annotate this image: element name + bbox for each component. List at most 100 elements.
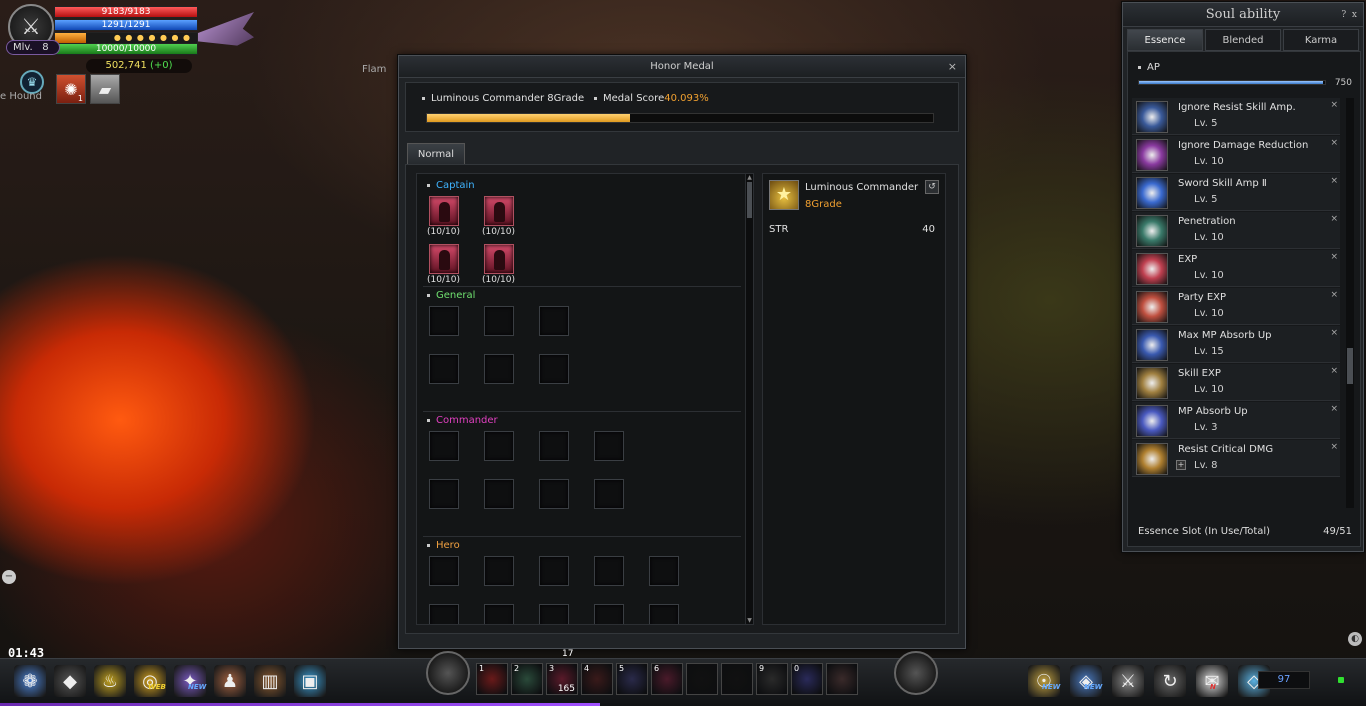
remove-icon[interactable]: ×: [1330, 176, 1338, 186]
wings-icon[interactable]: ❁: [14, 665, 46, 697]
skill-key: 5: [619, 664, 625, 673]
scroll-thumb[interactable]: [747, 182, 752, 218]
medal-slot[interactable]: [429, 479, 459, 509]
remove-icon[interactable]: ×: [1330, 138, 1338, 148]
medal-slot[interactable]: [594, 556, 624, 586]
essence-scrollbar[interactable]: [1346, 98, 1354, 508]
medal-slot[interactable]: [429, 556, 459, 586]
tab-karma[interactable]: Karma: [1283, 29, 1359, 51]
buff-scroll-icon[interactable]: ▰: [90, 74, 120, 104]
event-icon[interactable]: ◈ NEW: [1070, 665, 1102, 697]
medal-slot[interactable]: [429, 604, 459, 624]
skill-slot[interactable]: [686, 663, 718, 695]
tab-essence[interactable]: Essence: [1127, 29, 1203, 51]
skill-key: 0: [794, 664, 800, 673]
skill-slot[interactable]: 0: [791, 663, 823, 695]
medal-slot[interactable]: [649, 604, 679, 624]
medal-slot[interactable]: [429, 244, 459, 274]
essence-row[interactable]: MP Absorb Up Lv. 3 ×: [1132, 402, 1340, 439]
character-icon[interactable]: ◆: [54, 665, 86, 697]
essence-row[interactable]: Ignore Damage Reduction Lv. 10 ×: [1132, 136, 1340, 173]
tab-blended[interactable]: Blended: [1205, 29, 1281, 51]
skill-slot[interactable]: 5: [616, 663, 648, 695]
remove-icon[interactable]: ×: [1330, 252, 1338, 262]
scroll-thumb[interactable]: [1347, 348, 1353, 384]
medal-slot[interactable]: [429, 306, 459, 336]
medal-slot[interactable]: [539, 479, 569, 509]
medal-slot[interactable]: [484, 604, 514, 624]
essence-row[interactable]: EXP Lv. 10 ×: [1132, 250, 1340, 287]
remove-icon[interactable]: ×: [1330, 290, 1338, 300]
close-icon[interactable]: x: [1352, 10, 1357, 20]
refresh-icon[interactable]: ↻: [1154, 665, 1186, 697]
medal-slot[interactable]: [484, 479, 514, 509]
door-icon[interactable]: ▥: [254, 665, 286, 697]
guide-icon[interactable]: ☉ NEW: [1028, 665, 1060, 697]
mail-icon[interactable]: ✉ N: [1196, 665, 1228, 697]
medal-slot[interactable]: [594, 479, 624, 509]
skill-slot[interactable]: 2: [511, 663, 543, 695]
skill-slot[interactable]: 3 165: [546, 663, 578, 695]
medal-content: ▲ ▼ Captain (10/10) (10/10) (10/10) (10/10) G…: [405, 164, 959, 634]
medal-slot[interactable]: [594, 604, 624, 624]
blue-sword-icon: [1136, 177, 1168, 209]
buff-skull-icon[interactable]: ✺ 1: [56, 74, 86, 104]
section-divider: [423, 411, 741, 412]
remove-icon[interactable]: ×: [1330, 214, 1338, 224]
medal-slot[interactable]: [539, 431, 569, 461]
medal-slot[interactable]: [539, 604, 569, 624]
essence-row[interactable]: Ignore Resist Skill Amp. Lv. 5 ×: [1132, 98, 1340, 135]
tab-normal[interactable]: Normal: [407, 143, 465, 165]
gift-icon[interactable]: ✦ NEW: [174, 665, 206, 697]
essence-level: Lv. 5: [1194, 194, 1218, 205]
remove-icon[interactable]: ×: [1330, 100, 1338, 110]
essence-row[interactable]: Resist Critical DMG Lv. 8 × +: [1132, 440, 1340, 477]
cube-icon[interactable]: ▣: [294, 665, 326, 697]
medal-slot[interactable]: [649, 556, 679, 586]
skill-slot[interactable]: 6: [651, 663, 683, 695]
skill-slot[interactable]: [721, 663, 753, 695]
remove-icon[interactable]: ×: [1330, 328, 1338, 338]
compass-icon[interactable]: ◐: [1348, 632, 1362, 646]
expand-plus-icon[interactable]: +: [1176, 460, 1186, 470]
skill-slot[interactable]: 9: [756, 663, 788, 695]
scroll-up-icon[interactable]: ▲: [746, 174, 753, 181]
skill-slot[interactable]: 4: [581, 663, 613, 695]
lamp-icon[interactable]: ♨: [94, 665, 126, 697]
remove-icon[interactable]: ×: [1330, 442, 1338, 452]
medal-slot[interactable]: [484, 354, 514, 384]
essence-row[interactable]: Party EXP Lv. 10 ×: [1132, 288, 1340, 325]
handshake-icon[interactable]: ⚔: [1112, 665, 1144, 697]
remove-icon[interactable]: ×: [1330, 404, 1338, 414]
essence-row[interactable]: Skill EXP Lv. 10 ×: [1132, 364, 1340, 401]
essence-row[interactable]: Max MP Absorb Up Lv. 15 ×: [1132, 326, 1340, 363]
medal-slot[interactable]: [594, 431, 624, 461]
window-titlebar[interactable]: Soul ability ? x: [1123, 3, 1363, 27]
medal-slot[interactable]: [484, 196, 514, 226]
essence-row[interactable]: Penetration Lv. 10 ×: [1132, 212, 1340, 249]
medal-slot[interactable]: [539, 306, 569, 336]
medal-slot[interactable]: [484, 431, 514, 461]
window-titlebar[interactable]: Honor Medal ×: [399, 56, 965, 78]
remove-icon[interactable]: ×: [1330, 366, 1338, 376]
scroll-down-icon[interactable]: ▼: [746, 617, 753, 624]
help-icon[interactable]: ?: [1341, 10, 1346, 20]
skill-slot[interactable]: [826, 663, 858, 695]
mage-icon[interactable]: ♟: [214, 665, 246, 697]
medal-slot[interactable]: [484, 556, 514, 586]
skill-slot[interactable]: 1: [476, 663, 508, 695]
medal-slot[interactable]: [539, 556, 569, 586]
mlv-badge: Mlv. 8: [6, 40, 60, 55]
minimize-chat-icon[interactable]: −: [2, 570, 16, 584]
web-icon[interactable]: ◎ WEB: [134, 665, 166, 697]
close-icon[interactable]: ×: [948, 56, 957, 78]
medal-slot[interactable]: [484, 306, 514, 336]
medal-slot[interactable]: [429, 196, 459, 226]
refresh-icon[interactable]: ↺: [925, 180, 939, 194]
medal-slot[interactable]: [429, 431, 459, 461]
medal-slot[interactable]: [539, 354, 569, 384]
medal-slot[interactable]: [429, 354, 459, 384]
medal-slot[interactable]: [484, 244, 514, 274]
essence-row[interactable]: Sword Skill Amp Ⅱ Lv. 5 ×: [1132, 174, 1340, 211]
slot-list-scrollbar[interactable]: ▲ ▼: [745, 174, 753, 624]
